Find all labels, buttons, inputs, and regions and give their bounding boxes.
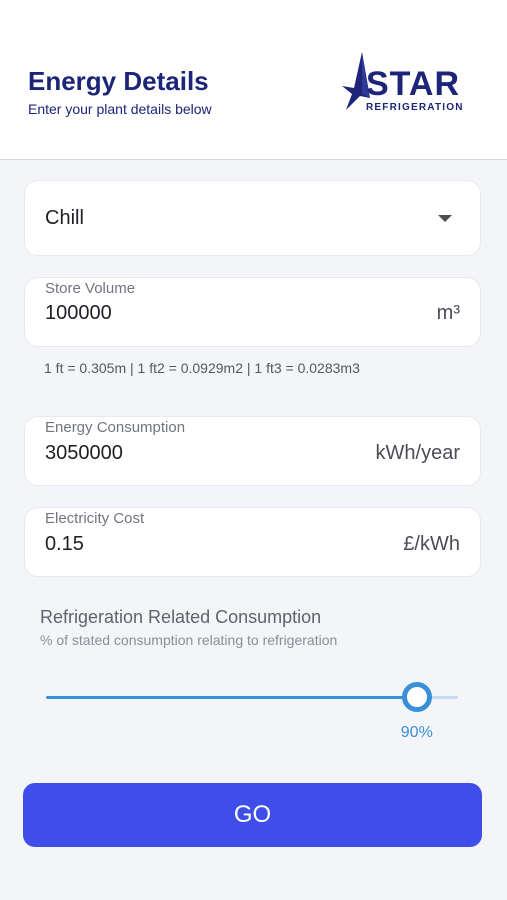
conversion-note: 1 ft = 0.305m | 1 ft2 = 0.0929m2 | 1 ft3… (44, 360, 360, 376)
energy-consumption-field[interactable]: Energy Consumption 3050000 kWh/year (24, 416, 481, 486)
svg-text:REFRIGERATION: REFRIGERATION (366, 102, 464, 113)
refrigeration-slider[interactable] (46, 682, 458, 712)
slider-fill (46, 696, 417, 699)
electricity-cost-field[interactable]: Electricity Cost 0.15 £/kWh (24, 507, 481, 577)
storage-type-select[interactable]: Chill (24, 180, 481, 256)
refrigeration-section-title: Refrigeration Related Consumption (40, 607, 322, 627)
page-subtitle: Enter your plant details below (28, 101, 212, 117)
page-title: Energy Details (28, 66, 209, 96)
electricity-cost-label: Electricity Cost (45, 510, 145, 527)
go-button[interactable]: GO (23, 783, 482, 847)
store-volume-unit: m³ (436, 302, 460, 324)
star-refrigeration-logo: STAR REFRIGERATION (340, 48, 475, 116)
caret-down-icon (438, 215, 452, 222)
electricity-cost-unit: £/kWh (403, 533, 460, 555)
storage-type-value: Chill (45, 207, 84, 229)
slider-value-label: 90% (400, 724, 433, 741)
slider-thumb[interactable] (401, 682, 432, 712)
refrigeration-section-subtitle: % of stated consumption relating to refr… (40, 632, 338, 648)
app-header: Energy Details Enter your plant details … (0, 0, 507, 160)
store-volume-field[interactable]: Store Volume 100000 m³ (24, 277, 481, 347)
energy-consumption-input[interactable]: 3050000 (45, 442, 123, 465)
store-volume-label: Store Volume (45, 280, 136, 297)
energy-consumption-label: Energy Consumption (45, 419, 186, 436)
electricity-cost-input[interactable]: 0.15 (45, 533, 84, 556)
energy-consumption-unit: kWh/year (375, 442, 460, 464)
svg-text:STAR: STAR (366, 65, 460, 103)
store-volume-input[interactable]: 100000 (45, 302, 112, 325)
